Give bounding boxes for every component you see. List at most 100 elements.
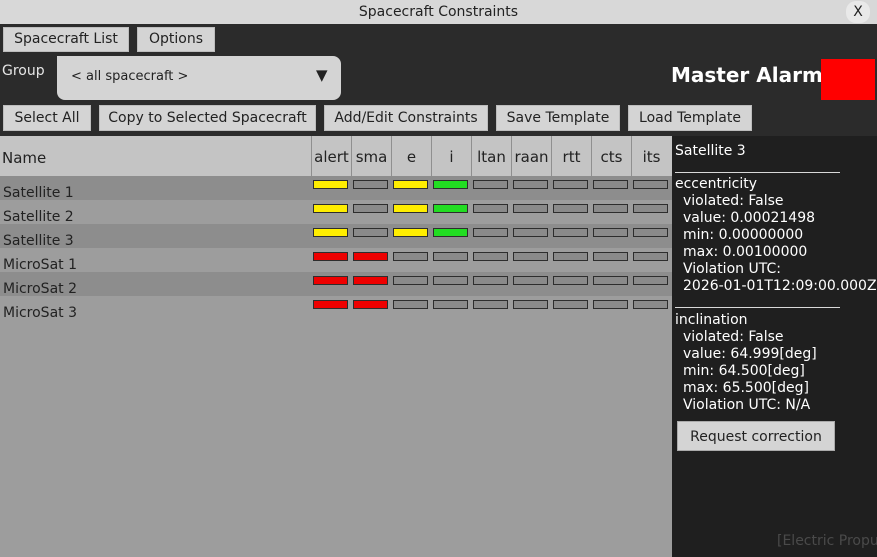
status-indicator-raan: [513, 180, 548, 189]
status-indicator-alert: [313, 276, 348, 285]
inclination-value: value: 64.999[deg]: [683, 346, 817, 362]
column-header-sma[interactable]: sma: [351, 136, 391, 176]
status-indicator-alert: [313, 228, 348, 237]
load-template-button[interactable]: Load Template: [628, 105, 752, 131]
status-indicator-its: [633, 276, 668, 285]
spacecraft-name: Satellite 2: [3, 209, 74, 225]
status-indicator-ltan: [473, 228, 508, 237]
status-indicator-alert: [313, 180, 348, 189]
inclination-violated: violated: False: [683, 329, 784, 345]
eccentricity-violation-time: 2026-01-01T12:09:00.000Z: [683, 278, 877, 294]
background-watermark-text: [Electric Propu: [777, 533, 877, 549]
eccentricity-heading: eccentricity: [675, 176, 757, 192]
add-edit-constraints-button[interactable]: Add/Edit Constraints: [324, 105, 488, 131]
status-indicator-alert: [313, 204, 348, 213]
status-indicator-raan: [513, 204, 548, 213]
status-indicator-e: [393, 300, 428, 309]
status-indicator-sma: [353, 252, 388, 261]
spacecraft-name: MicroSat 2: [3, 281, 77, 297]
status-indicator-raan: [513, 252, 548, 261]
status-indicator-its: [633, 228, 668, 237]
status-indicator-raan: [513, 300, 548, 309]
save-template-button[interactable]: Save Template: [496, 105, 620, 131]
divider: [675, 172, 840, 173]
status-indicator-e: [393, 228, 428, 237]
status-indicator-ltan: [473, 180, 508, 189]
options-button[interactable]: Options: [137, 27, 215, 52]
status-indicator-rtt: [553, 228, 588, 237]
status-indicator-its: [633, 180, 668, 189]
column-header-name: Name: [2, 149, 47, 167]
table-row[interactable]: MicroSat 1: [0, 248, 672, 273]
status-indicator-rtt: [553, 204, 588, 213]
status-indicator-cts: [593, 276, 628, 285]
close-button[interactable]: X: [846, 1, 870, 23]
copy-to-selected-button[interactable]: Copy to Selected Spacecraft: [99, 105, 316, 131]
inclination-max: max: 65.500[deg]: [683, 380, 809, 396]
status-indicator-alert: [313, 300, 348, 309]
status-indicator-rtt: [553, 180, 588, 189]
spacecraft-name: MicroSat 1: [3, 257, 77, 273]
spacecraft-name: Satellite 3: [3, 233, 74, 249]
table-row[interactable]: MicroSat 3: [0, 296, 672, 321]
master-alarm-indicator: [821, 59, 875, 100]
status-indicator-its: [633, 252, 668, 261]
column-header-ltan[interactable]: ltan: [471, 136, 511, 176]
status-indicator-rtt: [553, 276, 588, 285]
spacecraft-name: MicroSat 3: [3, 305, 77, 321]
column-header-raan[interactable]: raan: [511, 136, 551, 176]
status-indicator-i: [433, 300, 468, 309]
inclination-violation: Violation UTC: N/A: [683, 397, 811, 413]
divider: [675, 307, 840, 308]
request-correction-button[interactable]: Request correction: [677, 421, 835, 451]
group-dropdown-value: < all spacecraft >: [71, 69, 189, 84]
eccentricity-value: value: 0.00021498: [683, 210, 816, 226]
status-indicator-e: [393, 252, 428, 261]
select-all-button[interactable]: Select All: [3, 105, 91, 131]
chevron-down-icon: ▼: [316, 66, 328, 84]
status-indicator-cts: [593, 252, 628, 261]
table-row[interactable]: Satellite 2: [0, 200, 672, 225]
eccentricity-max: max: 0.00100000: [683, 244, 808, 260]
column-header-its[interactable]: its: [631, 136, 671, 176]
status-indicator-ltan: [473, 252, 508, 261]
master-alarm-label: Master Alarm: [671, 63, 823, 87]
status-indicator-sma: [353, 180, 388, 189]
status-indicator-ltan: [473, 276, 508, 285]
table-row[interactable]: Satellite 1: [0, 176, 672, 201]
status-indicator-sma: [353, 228, 388, 237]
status-indicator-raan: [513, 276, 548, 285]
status-indicator-i: [433, 276, 468, 285]
group-label: Group: [2, 63, 45, 79]
constraints-table: Name alert sma e i ltan raan rtt cts its Satelli…: [0, 136, 672, 557]
status-indicator-ltan: [473, 204, 508, 213]
status-indicator-its: [633, 300, 668, 309]
spacecraft-list-button[interactable]: Spacecraft List: [3, 27, 129, 52]
column-header-cts[interactable]: cts: [591, 136, 631, 176]
status-indicator-cts: [593, 228, 628, 237]
column-header-i[interactable]: i: [431, 136, 471, 176]
window-title: Spacecraft Constraints: [358, 4, 519, 20]
table-row[interactable]: MicroSat 2: [0, 272, 672, 297]
status-indicator-rtt: [553, 252, 588, 261]
title-bar: Spacecraft Constraints X: [0, 0, 877, 24]
column-header-e[interactable]: e: [391, 136, 431, 176]
column-header-alert[interactable]: alert: [311, 136, 351, 176]
detail-title: Satellite 3: [675, 143, 746, 159]
constraint-detail-panel: Satellite 3 eccentricity violated: False…: [672, 136, 877, 557]
status-indicator-its: [633, 204, 668, 213]
eccentricity-violated: violated: False: [683, 193, 784, 209]
eccentricity-violation-label: Violation UTC:: [683, 261, 781, 277]
column-header-rtt[interactable]: rtt: [551, 136, 591, 176]
table-row[interactable]: Satellite 3: [0, 224, 672, 249]
eccentricity-min: min: 0.00000000: [683, 227, 804, 243]
table-header: Name alert sma e i ltan raan rtt cts its: [0, 136, 672, 176]
status-indicator-rtt: [553, 300, 588, 309]
inclination-heading: inclination: [675, 312, 748, 328]
status-indicator-e: [393, 204, 428, 213]
group-dropdown[interactable]: < all spacecraft > ▼: [57, 56, 341, 100]
status-indicator-sma: [353, 204, 388, 213]
status-indicator-sma: [353, 276, 388, 285]
status-indicator-raan: [513, 228, 548, 237]
spacecraft-name: Satellite 1: [3, 185, 74, 201]
